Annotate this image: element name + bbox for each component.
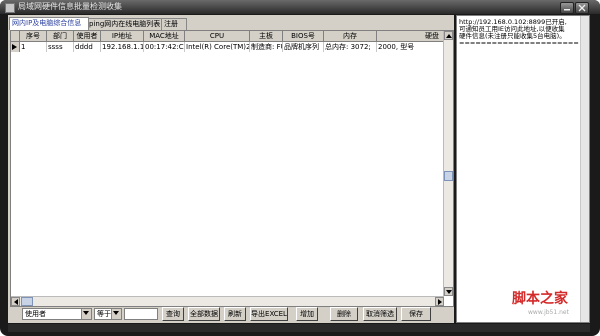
title-bar[interactable]: 局域网硬件信息批量检测收集	[0, 0, 600, 14]
table-row[interactable]: 1 ssss dddd 192.168.1.1( 00:17:42:C9:5 I…	[11, 42, 444, 52]
tab-register[interactable]: 注册	[161, 18, 187, 30]
log-panel[interactable]: http://192.168.0.102:8899已开启, 可通知员工用IE访问…	[456, 15, 590, 323]
window-title: 局域网硬件信息批量检测收集	[18, 2, 122, 11]
main-panel: 网内IP及电脑综合信息 ping网内在线电脑列表 注册 序号 部门 使用者 IP…	[8, 15, 454, 323]
column-header[interactable]: 硬盘	[377, 31, 444, 41]
column-header[interactable]: CPU	[185, 31, 250, 41]
operator-select-value: 等于	[97, 310, 111, 318]
vertical-scroll-thumb[interactable]	[444, 171, 453, 181]
table-cell[interactable]: 总内存: 3072;	[324, 42, 377, 52]
all-data-button[interactable]: 全部数据	[188, 307, 220, 321]
export-excel-button[interactable]: 导出EXCEL	[250, 307, 288, 321]
table-header: 序号 部门 使用者 IP地址 MAC地址 CPU 主板 BIOS号 内存 硬盘	[11, 31, 444, 42]
query-button[interactable]: 查询	[162, 307, 184, 321]
table-cell[interactable]: 1	[20, 42, 47, 52]
vertical-scrollbar[interactable]	[443, 31, 453, 296]
minimize-button[interactable]	[560, 2, 574, 14]
tab-ping-list[interactable]: ping网内在线电脑列表	[86, 18, 164, 30]
table-cell[interactable]: 2000, 型号	[377, 42, 444, 52]
add-button[interactable]: 增加	[296, 307, 318, 321]
status-bar	[8, 324, 590, 332]
app-icon	[5, 3, 15, 13]
table-cell[interactable]: dddd	[74, 42, 101, 52]
delete-button[interactable]: 删除	[330, 307, 358, 321]
header-indicator	[11, 31, 20, 41]
cancel-filter-button[interactable]: 取消筛选	[363, 307, 397, 321]
column-header[interactable]: 部门	[47, 31, 74, 41]
watermark-url: www.jb51.net	[528, 309, 569, 316]
column-header[interactable]: IP地址	[101, 31, 144, 41]
scroll-down-button[interactable]	[444, 287, 453, 296]
minimize-icon	[564, 9, 570, 11]
save-button[interactable]: 保存	[401, 307, 431, 321]
column-header[interactable]: 使用者	[74, 31, 101, 41]
row-indicator	[11, 42, 20, 52]
field-select-value: 使用者	[25, 310, 46, 318]
arrow-up-icon	[446, 34, 452, 38]
operator-select[interactable]: 等于	[94, 308, 122, 320]
field-select-dropdown[interactable]	[81, 309, 91, 319]
arrow-down-icon	[446, 290, 452, 294]
operator-select-dropdown[interactable]	[111, 309, 121, 319]
column-header[interactable]: MAC地址	[144, 31, 185, 41]
filter-toolbar: 使用者 等于 查询 全部数据 刷新 导出EXCEL 增加 删除 取消筛选 保存	[8, 305, 454, 323]
current-row-arrow-icon	[12, 44, 17, 50]
table-cell[interactable]: 品牌机序列	[283, 42, 324, 52]
log-line: ======================	[459, 39, 579, 47]
close-icon	[578, 4, 586, 12]
watermark-logo: 脚本之家	[512, 291, 568, 307]
column-header[interactable]: 主板	[250, 31, 283, 41]
table-cell[interactable]: Intel(R) Core(TM)2	[185, 42, 250, 52]
log-scrollbar[interactable]	[580, 16, 589, 322]
table-cell[interactable]: 制造商: FUJ	[250, 42, 283, 52]
column-header[interactable]: 内存	[324, 31, 377, 41]
table-cell[interactable]: 192.168.1.1(	[101, 42, 144, 52]
chevron-down-icon	[113, 311, 119, 315]
table-cell[interactable]: ssss	[47, 42, 74, 52]
chevron-down-icon	[83, 311, 89, 315]
close-button[interactable]	[575, 2, 589, 14]
refresh-button[interactable]: 刷新	[224, 307, 246, 321]
scroll-up-button[interactable]	[444, 31, 453, 40]
tab-lan-info[interactable]: 网内IP及电脑综合信息	[9, 17, 89, 30]
column-header[interactable]: BIOS号	[283, 31, 324, 41]
column-header[interactable]: 序号	[20, 31, 47, 41]
field-select[interactable]: 使用者	[22, 308, 92, 320]
log-text: http://192.168.0.102:8899已开启, 可通知员工用IE访问…	[459, 19, 585, 47]
data-grid: 序号 部门 使用者 IP地址 MAC地址 CPU 主板 BIOS号 内存 硬盘 …	[10, 30, 454, 307]
table-cell[interactable]: 00:17:42:C9:5	[144, 42, 185, 52]
app-window: 局域网硬件信息批量检测收集 网内IP及电脑综合信息 ping网内在线电脑列表 注…	[0, 0, 600, 336]
search-input[interactable]	[124, 308, 158, 320]
